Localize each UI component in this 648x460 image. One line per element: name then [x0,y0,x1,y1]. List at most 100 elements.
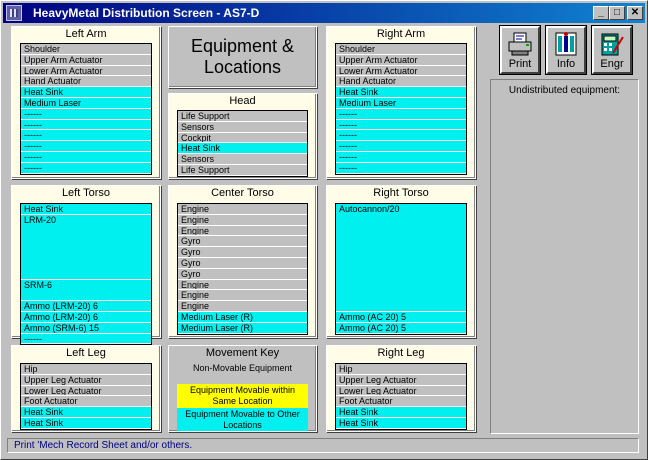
slot-list: Heat Sink LRM-20 SRM-6 Ammo (LRM-20) 6 Ammo … [20,203,152,346]
slot-item: Upper Leg Actuator [336,374,466,386]
slot-item: Shoulder [21,44,151,55]
slot-item[interactable]: ------ [21,119,151,131]
slot-item: Engine [178,279,307,291]
slot-item[interactable]: ------ [21,108,151,120]
app-icon[interactable] [6,5,22,21]
slot-list: Shoulder Upper Arm Actuator Lower Arm Actu… [335,43,467,175]
location-title: Right Leg [377,347,425,359]
slot-item: Sensors [178,121,307,133]
maximize-button[interactable]: □ [609,6,625,20]
slot-item[interactable]: Heat Sink [21,87,151,98]
undistributed-equipment-list[interactable]: Undistributed equipment: [490,79,639,434]
slot-item[interactable]: ------ [336,130,466,142]
equipment-locations-heading: Equipment & Locations [168,26,317,88]
slot-item[interactable]: LRM-20 [21,214,151,280]
slot-item: Cockpit [178,132,307,144]
slot-item[interactable]: Ammo (LRM-20) 6 [21,301,151,312]
close-button[interactable]: ✕ [627,6,643,20]
location-title: Left Arm [65,28,107,40]
slot-item: Sensors [178,154,307,165]
slot-item[interactable]: Ammo (LRM-20) 6 [21,311,151,323]
slot-item[interactable]: Ammo (AC 20) 5 [336,312,466,323]
location-title: Head [229,95,256,107]
slot-item[interactable]: ------ [21,333,151,345]
slot-item: Lower Leg Actuator [21,385,151,397]
slot-item[interactable]: ------ [336,151,466,163]
slot-item: Gyro [178,268,307,280]
slot-item[interactable]: Medium Laser (R) [178,322,307,334]
slot-item: Hip [336,364,466,375]
location-center-torso: Center Torso Engine Engine Engine Gyro Gyro G… [168,185,317,338]
key-movable-other: Equipment Movable to Other Locations [177,408,308,431]
location-title: Left Leg [66,347,106,359]
slot-item[interactable]: Medium Laser [336,97,466,109]
slot-item: Upper Arm Actuator [21,54,151,66]
minimize-button[interactable]: _ [593,6,609,20]
slot-item[interactable]: Heat Sink [178,143,307,155]
slot-item[interactable]: Heat Sink [21,417,151,429]
window-title: HeavyMetal Distribution Screen - AS7-D [33,6,260,20]
calculator-icon [599,31,625,57]
location-left-leg: Left Leg Hip Upper Leg Actuator Lower Leg … [11,345,161,432]
slot-item: Upper Leg Actuator [21,374,151,386]
location-head: Head Life Support Sensors Cockpit Heat Sink… [168,93,317,179]
slot-item[interactable]: ------ [336,162,466,174]
slot-item: Lower Arm Actuator [21,65,151,77]
slot-item: Foot Actuator [336,396,466,408]
location-title: Center Torso [211,187,274,199]
slot-item: Hand Actuator [21,76,151,88]
slot-item[interactable]: Heat Sink [336,407,466,418]
info-label: Info [556,58,576,70]
slot-item: Hip [21,364,151,375]
slot-item[interactable]: ------ [21,141,151,152]
slot-item[interactable]: SRM-6 [21,279,151,302]
slot-item: Foot Actuator [21,396,151,408]
info-icon [553,31,579,57]
key-movable-same: Equipment Movable within Same Location [177,384,308,408]
heading-line-1: Equipment & [190,36,295,56]
slot-item[interactable]: Medium Laser [21,97,151,109]
movement-key: Movement Key Non-Movable Equipment Equip… [168,345,317,432]
slot-list: Hip Upper Leg Actuator Lower Leg Actuator F… [20,363,152,430]
info-button[interactable]: Info [545,25,587,75]
slot-item[interactable]: Heat Sink [21,407,151,418]
slot-item: Engine [178,225,307,237]
engr-button[interactable]: Engr [591,25,633,75]
engr-label: Engr [600,58,624,70]
slot-item[interactable]: Heat Sink [336,87,466,98]
slot-item: Engine [178,214,307,226]
location-right-torso: Right Torso Autocannon/20 Ammo (AC 20) 5A… [326,185,476,338]
heading-line-2: Locations [203,57,282,77]
slot-item[interactable]: ------ [336,108,466,120]
slot-list: Hip Upper Leg Actuator Lower Leg Actuator F… [335,363,467,430]
movement-key-title: Movement Key [205,347,280,359]
title-bar[interactable]: HeavyMetal Distribution Screen - AS7-D _… [3,3,645,23]
printer-icon [507,31,533,57]
slot-item[interactable]: Ammo (SRM-6) 15 [21,322,151,334]
slot-item: Engine [178,301,307,312]
slot-item[interactable]: Medium Laser (R) [178,311,307,323]
slot-item: Shoulder [336,44,466,55]
slot-item[interactable]: ------ [21,130,151,142]
location-title: Left Torso [61,187,111,199]
slot-list: Life Support Sensors Cockpit Heat Sink Senso… [177,110,308,177]
slot-item[interactable]: ------ [21,151,151,163]
slot-item[interactable]: Ammo (AC 20) 5 [336,322,466,334]
slot-item: Engine [178,290,307,302]
location-right-arm: Right Arm Shoulder Upper Arm Actuator Lowe… [326,26,476,179]
slot-item[interactable]: ------ [21,162,151,174]
undistributed-title: Undistributed equipment: [508,85,621,96]
slot-item: Lower Leg Actuator [336,385,466,397]
print-button[interactable]: Print [499,25,541,75]
slot-item: Life Support [178,111,307,122]
main-window: HeavyMetal Distribution Screen - AS7-D _… [0,0,648,460]
slot-item[interactable]: Heat Sink [21,204,151,215]
slot-item[interactable]: Heat Sink [336,417,466,429]
slot-item[interactable]: Autocannon/20 [336,204,466,312]
location-title: Right Arm [376,28,426,40]
location-left-arm: Left Arm Shoulder Upper Arm Actuator Lower… [11,26,161,179]
slot-item: Gyro [178,236,307,248]
slot-item[interactable]: ------ [336,119,466,131]
slot-item[interactable]: ------ [336,141,466,152]
location-left-torso: Left Torso Heat Sink LRM-20 SRM-6 Ammo (LRM… [11,185,161,346]
